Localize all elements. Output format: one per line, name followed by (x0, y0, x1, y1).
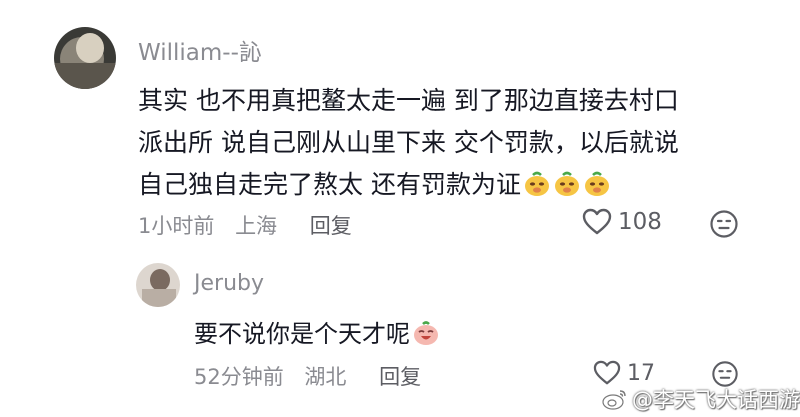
heart-icon (582, 208, 612, 235)
dislike-face-icon (710, 210, 738, 238)
reply-time: 52分钟前 (194, 365, 284, 389)
comment-time: 1小时前 (138, 214, 215, 238)
comment-line: 派出所 说自己刚从山里下来 交个罚款，以后就说 (138, 128, 679, 157)
doge-emoji (523, 171, 551, 197)
like-count: 108 (618, 209, 662, 235)
heart-icon (593, 360, 621, 385)
reply-text-content: 要不说你是个天才呢 (194, 320, 410, 348)
watermark-text: @李天飞大话西游 (632, 388, 800, 412)
reply-text: 要不说你是个天才呢 (194, 314, 440, 349)
comment-text: 其实 也不用真把鳌太走一遍 到了那边直接去村口 派出所 说自己刚从山里下来 交个… (138, 80, 778, 206)
avatar[interactable] (54, 27, 116, 89)
like-button[interactable]: 17 (593, 360, 655, 386)
like-button[interactable]: 108 (582, 208, 662, 236)
dislike-button[interactable] (709, 209, 739, 243)
avatar[interactable] (136, 263, 180, 307)
reply-meta: 52分钟前 湖北 回复 (194, 361, 421, 391)
watermark: @李天飞大话西游 (602, 384, 800, 414)
comment-line-text: 自己独自走完了熬太 还有罚款为证 (138, 170, 521, 199)
laugh-emoji (412, 320, 440, 346)
reply-location: 湖北 (304, 365, 347, 389)
reply-button[interactable]: 回复 (310, 214, 352, 238)
doge-emoji (583, 171, 611, 197)
username[interactable]: Jeruby (194, 271, 264, 296)
like-count: 17 (627, 360, 655, 386)
doge-emoji (553, 171, 581, 197)
comment-meta: 1小时前 上海 回复 (138, 210, 352, 240)
weibo-logo-icon (602, 390, 626, 410)
comment-line: 其实 也不用真把鳌太走一遍 到了那边直接去村口 (138, 86, 679, 115)
reply-button[interactable]: 回复 (379, 365, 421, 389)
comment-location: 上海 (235, 214, 278, 238)
username[interactable]: William--訫 (138, 33, 262, 67)
comment-line: 自己独自走完了熬太 还有罚款为证 (138, 164, 778, 206)
